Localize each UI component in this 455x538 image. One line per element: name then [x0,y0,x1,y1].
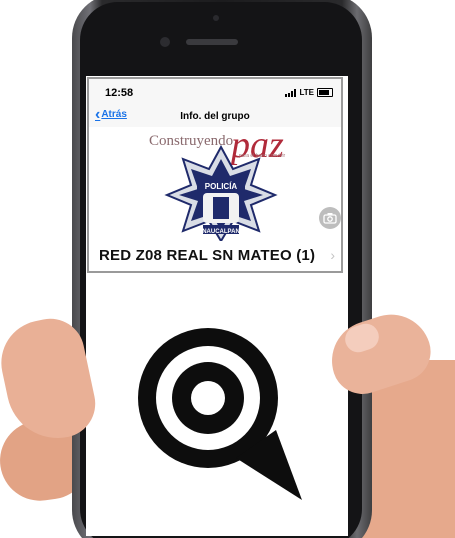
phone-scene: 12:58 LTE ‹ Atrás Info. del grupo Constr… [0,0,455,538]
group-banner-image: Construyendo paz para el buen convivir P… [89,124,341,243]
chevron-right-icon: › [330,247,335,263]
earpiece-speaker [186,39,238,45]
battery-icon [317,88,333,97]
status-bar: 12:58 LTE [89,79,341,101]
change-photo-button[interactable] [319,207,341,229]
page-title: Info. del grupo [180,111,250,122]
status-indicators: LTE [285,88,333,97]
group-info-screenshot: 12:58 LTE ‹ Atrás Info. del grupo Constr… [87,77,343,273]
front-camera [160,37,170,47]
signal-icon [285,88,297,97]
phone-screen: 12:58 LTE ‹ Atrás Info. del grupo Constr… [86,76,348,536]
police-badge: POLICÍA NAUCALPAN [163,144,279,243]
group-name: RED Z08 REAL SN MATEO (1) [99,247,316,264]
network-label: LTE [299,88,314,97]
badge-title: POLICÍA [204,182,238,191]
location-chat-icon [138,328,302,500]
camera-icon [323,213,337,224]
sensor-dot [213,15,219,21]
badge-subtitle: NAUCALPAN [202,229,240,235]
nav-bar: ‹ Atrás Info. del grupo [89,101,341,128]
group-name-row[interactable]: RED Z08 REAL SN MATEO (1) › [89,243,341,271]
status-time: 12:58 [105,87,134,99]
police-star-icon [164,144,278,243]
